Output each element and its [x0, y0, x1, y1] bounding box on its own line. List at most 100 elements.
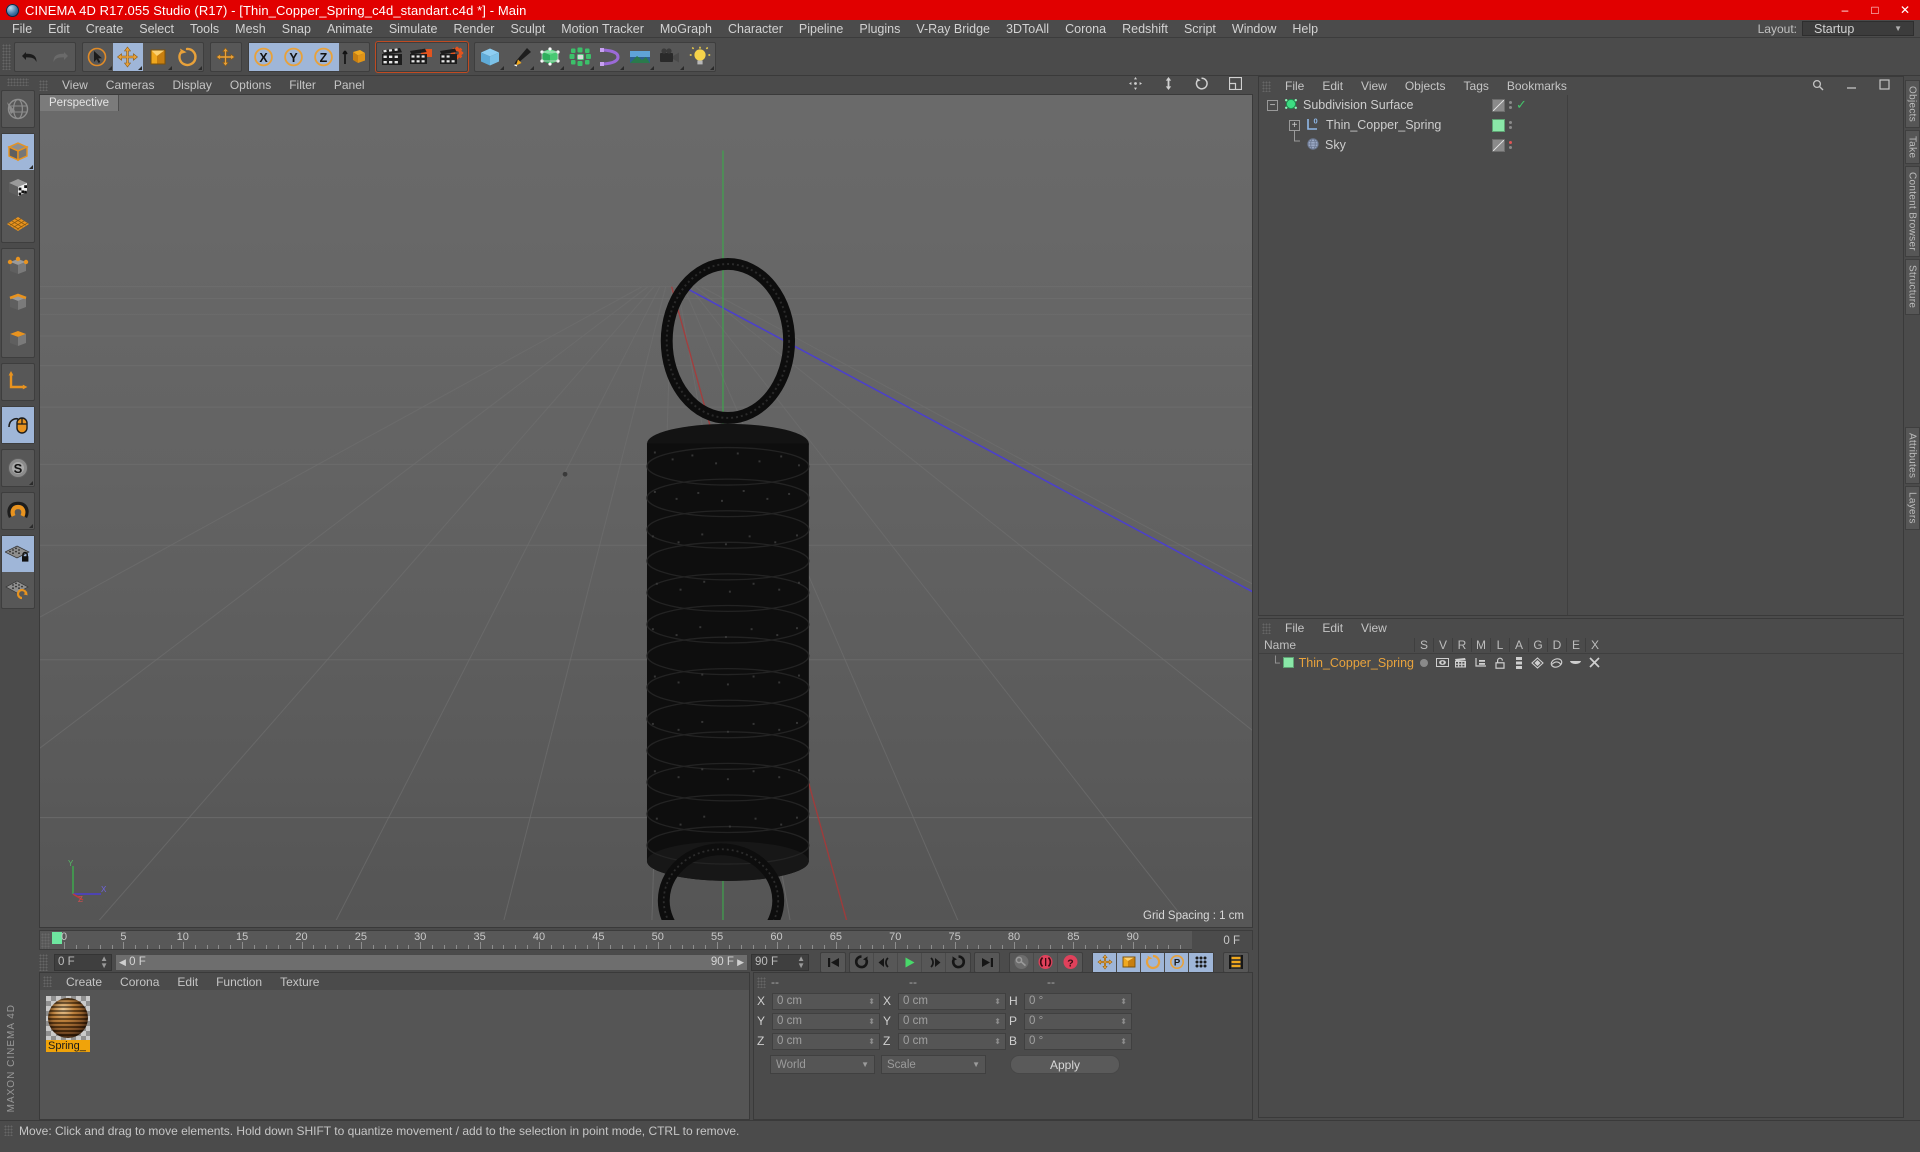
workplane-rotate-button[interactable] — [2, 572, 34, 608]
undo-button[interactable] — [15, 43, 45, 71]
render-to-picture-viewer-button[interactable] — [407, 43, 437, 71]
y-axis-button[interactable]: Y — [279, 42, 309, 71]
viewport-menu-panel[interactable]: Panel — [325, 78, 374, 92]
spinner-icon[interactable]: ▲ ▼ — [797, 955, 805, 970]
left-arrow-icon[interactable]: ◀ — [119, 957, 126, 967]
timeline-controls-grip[interactable] — [39, 953, 48, 971]
coordinates-grip[interactable] — [757, 976, 766, 988]
points-mode-button[interactable] — [2, 249, 34, 285]
maximize-button[interactable]: □ — [1860, 0, 1890, 20]
layer-deformers-toggle[interactable] — [1547, 657, 1566, 669]
layer-xref-toggle[interactable] — [1585, 657, 1604, 668]
edges-mode-button[interactable] — [2, 285, 34, 321]
material-menu-create[interactable]: Create — [57, 975, 111, 989]
scale-button[interactable] — [143, 43, 173, 71]
record-parameter-button[interactable]: P — [1165, 952, 1189, 972]
menu-item-simulate[interactable]: Simulate — [381, 20, 446, 38]
menu-item-create[interactable]: Create — [78, 20, 132, 38]
material-menu-edit[interactable]: Edit — [168, 975, 207, 989]
spinner-icon[interactable]: ⬍ — [868, 1017, 875, 1025]
material-preview-thumbnail[interactable] — [46, 996, 90, 1040]
play-button[interactable] — [898, 952, 922, 972]
menu-item-edit[interactable]: Edit — [40, 20, 78, 38]
record-pla-button[interactable] — [1189, 952, 1213, 972]
workplane-grid-button[interactable] — [2, 206, 34, 242]
layer-lock-toggle[interactable] — [1490, 657, 1509, 669]
play-reverse-button[interactable] — [850, 952, 874, 972]
visibility-dots-icon[interactable] — [1509, 101, 1512, 109]
visibility-dots-icon[interactable] — [1509, 121, 1512, 129]
menu-item-motion-tracker[interactable]: Motion Tracker — [553, 20, 652, 38]
viewport-menu-cameras[interactable]: Cameras — [97, 78, 164, 92]
coord-input-rot-h[interactable]: 0 ° ⬍ — [1024, 992, 1132, 1010]
x-axis-button[interactable]: X — [249, 42, 279, 71]
left-toolbar-grip[interactable] — [7, 78, 29, 86]
menu-item-corona[interactable]: Corona — [1057, 20, 1114, 38]
spinner-icon[interactable]: ⬍ — [868, 1037, 875, 1045]
status-bar-grip[interactable] — [4, 1125, 13, 1136]
layer-visible-toggle[interactable] — [1433, 658, 1452, 667]
spinner-icon[interactable]: ▲ ▼ — [100, 955, 108, 970]
layer-menu-edit[interactable]: Edit — [1313, 621, 1352, 635]
layer-manager-grip[interactable] — [1262, 622, 1271, 634]
add-array-button[interactable] — [565, 43, 595, 71]
menu-item-window[interactable]: Window — [1224, 20, 1284, 38]
spinner-icon[interactable]: ⬍ — [1120, 1037, 1127, 1045]
menu-item-redshift[interactable]: Redshift — [1114, 20, 1176, 38]
viewport-tab-perspective[interactable]: Perspective — [40, 95, 120, 111]
layout-dropdown[interactable]: Startup ▼ — [1802, 21, 1914, 36]
coordinate-system-dropdown[interactable]: World ▼ — [770, 1055, 875, 1074]
object-tree[interactable]: − Subdivision Surface ✓ + 0 Thin_Copper_… — [1259, 95, 1903, 615]
next-key-button[interactable] — [922, 952, 946, 972]
layer-menu-file[interactable]: File — [1276, 621, 1313, 635]
autokeying-button[interactable] — [1034, 952, 1058, 972]
display-tag-icon[interactable] — [1492, 138, 1505, 152]
timeline-grip[interactable] — [41, 933, 50, 949]
expander-minus-icon[interactable]: − — [1267, 99, 1278, 111]
material-menu-function[interactable]: Function — [207, 975, 271, 989]
snap-magnet-button[interactable] — [2, 493, 34, 529]
viewport-3d[interactable]: Y X Z Grid Spacing : 1 cm — [40, 111, 1252, 927]
play-forward-loop-button[interactable] — [946, 953, 970, 972]
object-menu-tags[interactable]: Tags — [1455, 79, 1498, 93]
go-to-start-button[interactable] — [821, 953, 845, 972]
layer-render-toggle[interactable] — [1452, 657, 1471, 668]
minimize-button[interactable]: – — [1830, 0, 1860, 20]
timeline-button[interactable] — [1224, 953, 1248, 972]
record-position-button[interactable] — [1093, 952, 1117, 972]
polygons-mode-button[interactable] — [2, 321, 34, 357]
render-settings-button[interactable] — [437, 43, 467, 71]
object-menu-view[interactable]: View — [1352, 79, 1396, 93]
material-item[interactable]: Spring_ — [46, 996, 90, 1052]
material-menu-texture[interactable]: Texture — [271, 975, 328, 989]
record-rotation-button[interactable] — [1141, 952, 1165, 972]
menu-item-3dtoall[interactable]: 3DToAll — [998, 20, 1057, 38]
keyframe-selection-button[interactable]: ? — [1058, 953, 1082, 972]
spinner-icon[interactable]: ⬍ — [868, 997, 875, 1005]
pan-view-icon[interactable] — [1120, 77, 1151, 93]
spinner-icon[interactable]: ⬍ — [994, 997, 1001, 1005]
menu-item-file[interactable]: File — [4, 20, 40, 38]
vertical-tab-attributes[interactable]: Attributes — [1904, 426, 1920, 484]
viewport-menu-display[interactable]: Display — [163, 78, 220, 92]
coord-input-pos-x[interactable]: 0 cm ⬍ — [772, 992, 880, 1010]
timeline-ruler-track[interactable]: 0 5 10 15 20 25 30 35 40 45 50 55 60 65 70 75 80 85 90 0 F — [52, 931, 1252, 951]
coord-input-size-y[interactable]: 0 cm ⬍ — [898, 1012, 1006, 1030]
spinner-icon[interactable]: ⬍ — [994, 1017, 1001, 1025]
layer-generators-toggle[interactable] — [1528, 656, 1547, 669]
move-button[interactable] — [113, 42, 143, 71]
layer-expressions-toggle[interactable] — [1566, 658, 1585, 668]
layer-solo-toggle[interactable] — [1414, 658, 1433, 668]
add-cube-button[interactable] — [475, 43, 505, 71]
expander-plus-icon[interactable]: + — [1289, 119, 1300, 131]
right-arrow-icon[interactable]: ▶ — [737, 957, 744, 967]
layer-menu-view[interactable]: View — [1352, 621, 1396, 635]
toolbar-grip[interactable] — [2, 43, 11, 70]
spinner-icon[interactable]: ⬍ — [1120, 1017, 1127, 1025]
viewport-menu-options[interactable]: Options — [221, 78, 280, 92]
timeline-range-slider[interactable]: ◀ 0 F 90 F ▶ — [115, 953, 748, 971]
menu-item-help[interactable]: Help — [1284, 20, 1326, 38]
record-scale-button[interactable] — [1117, 952, 1141, 972]
layer-row[interactable]: └ Thin_Copper_Spring — [1259, 654, 1903, 671]
soft-selection-button[interactable]: S — [2, 450, 34, 486]
